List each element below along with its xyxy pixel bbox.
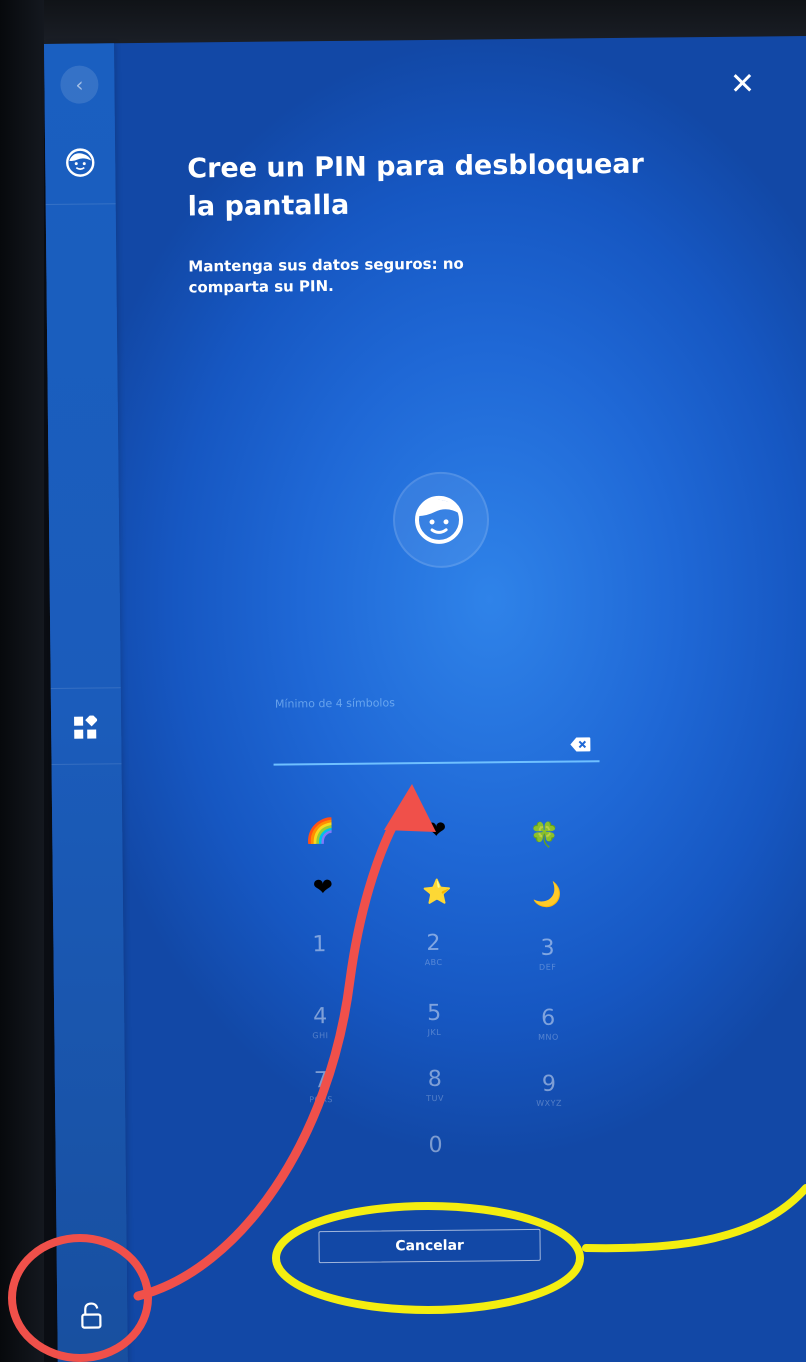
key-letters: JKL [427, 1027, 442, 1038]
page-subtitle: Mantenga sus datos seguros: no comparta … [188, 254, 464, 297]
pin-hint: Mínimo de 4 símbolos [274, 696, 395, 711]
key-digit: 6 [541, 1005, 556, 1031]
key-1[interactable]: 1 [279, 931, 360, 992]
key-digit: 1 [312, 932, 327, 958]
backspace-icon[interactable] [569, 736, 591, 752]
close-button[interactable]: ✕ [724, 67, 760, 103]
photo-frame: ‹ ✕ Cree un PIN para desbloquear la pant… [0, 0, 806, 1362]
apps-icon[interactable] [73, 715, 98, 739]
key-digit: 5 [427, 1000, 442, 1027]
key-2[interactable]: 2 ABC [393, 930, 474, 991]
key-digit: 9 [541, 1071, 557, 1097]
unlock-icon[interactable] [79, 1301, 103, 1329]
sidebar: ‹ [44, 43, 128, 1362]
star-icon[interactable]: ⭐ [417, 872, 457, 912]
back-button[interactable]: ‹ [60, 65, 99, 104]
key-6[interactable]: 6 MNO [508, 1004, 589, 1065]
cancel-button[interactable]: Cancelar [318, 1228, 541, 1264]
moon-icon[interactable]: 🌙 [527, 875, 567, 915]
key-letters: DEF [538, 962, 557, 972]
page-title: Cree un PIN para desbloquear la pantalla [187, 148, 645, 223]
key-7[interactable]: 7 PQRS [281, 1067, 362, 1128]
key-letters: TUV [426, 1093, 444, 1104]
key-digit: 4 [313, 1004, 328, 1030]
sidebar-divider [45, 203, 116, 205]
pin-input[interactable] [273, 728, 568, 764]
child-avatar-icon[interactable] [65, 147, 95, 177]
key-digit: 8 [427, 1066, 442, 1093]
sidebar-divider [51, 763, 122, 765]
key-digit: 7 [313, 1068, 329, 1094]
key-digit: 0 [428, 1132, 443, 1159]
key-letters: WXYZ [536, 1098, 563, 1108]
key-3[interactable]: 3 DEF [507, 934, 588, 995]
profile-avatar [392, 471, 490, 569]
key-digit: 2 [426, 930, 441, 957]
key-0[interactable]: 0 [395, 1132, 476, 1193]
key-5[interactable]: 5 JKL [394, 1000, 475, 1061]
rainbow-icon[interactable]: 🌈 [300, 811, 340, 851]
child-face-icon [415, 495, 464, 544]
key-letters: GHI [312, 1031, 329, 1041]
key-letters: ABC [424, 957, 443, 968]
key-letters: PQRS [309, 1095, 333, 1105]
device-bezel-left [0, 0, 44, 1362]
sidebar-divider [50, 687, 121, 689]
device-screen: ‹ ✕ Cree un PIN para desbloquear la pant… [44, 35, 806, 1362]
clover-icon[interactable]: 🍀 [524, 815, 564, 855]
key-4[interactable]: 4 GHI [280, 1003, 361, 1064]
key-9[interactable]: 9 WXYZ [509, 1070, 590, 1131]
heart-icon[interactable]: ❤ [303, 867, 343, 907]
key-8[interactable]: 8 TUV [395, 1066, 476, 1127]
heart-icon[interactable]: ❤ [416, 810, 456, 850]
key-letters: MNO [538, 1032, 559, 1042]
key-digit: 3 [540, 935, 555, 961]
